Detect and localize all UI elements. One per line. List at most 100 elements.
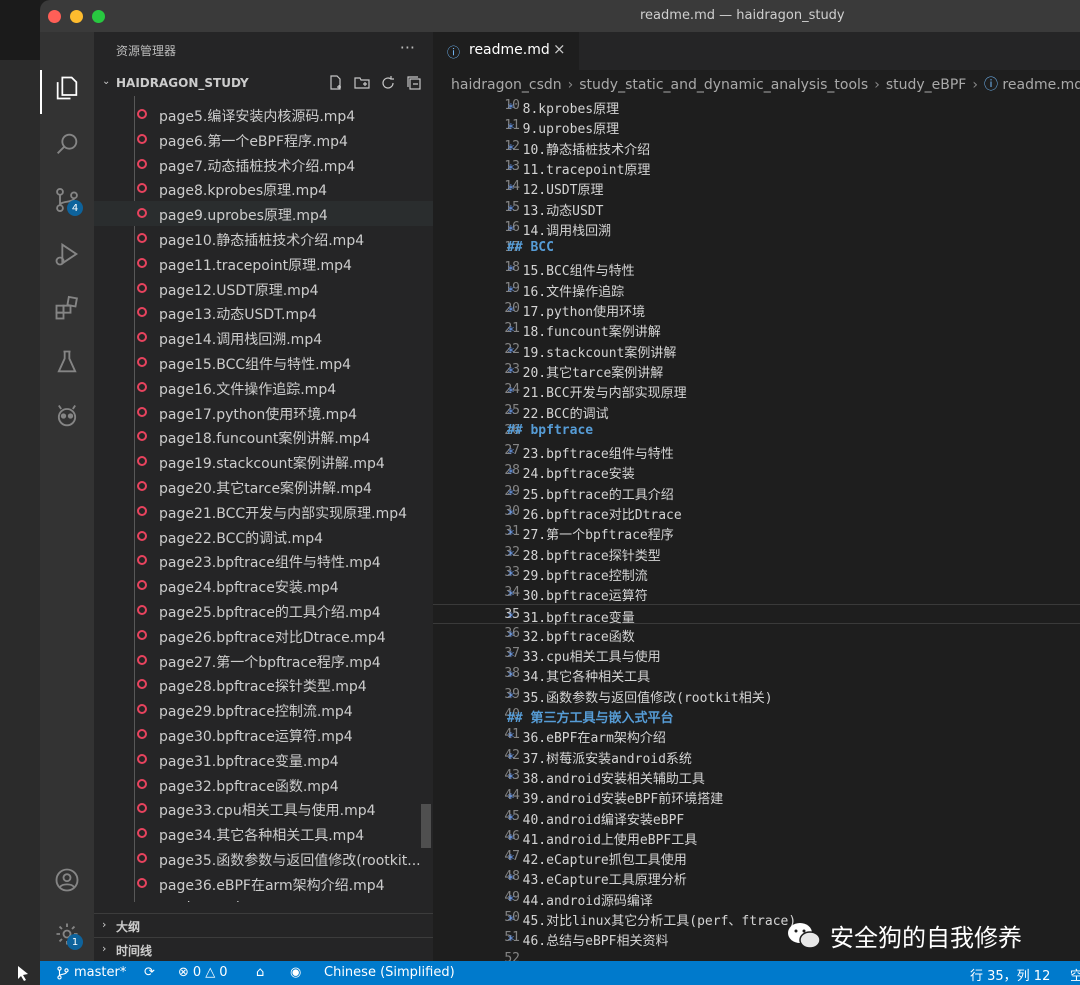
home-icon[interactable]: ⌂	[256, 965, 264, 980]
account-icon[interactable]	[51, 864, 83, 896]
file-tree-item[interactable]: page26.bpftrace对比Dtrace.mp4	[94, 623, 433, 648]
outline-section-header[interactable]: › 大纲	[94, 913, 433, 938]
file-tree-item[interactable]: page18.funcount案例讲解.mp4	[94, 424, 433, 449]
video-file-icon	[137, 605, 147, 615]
line-content: * 11.tracepoint原理	[507, 159, 650, 178]
file-tree-item[interactable]: page6.第一个eBPF程序.mp4	[94, 127, 433, 152]
workspace-section-header[interactable]: ⌄ HAIDRAGON_STUDY	[94, 72, 433, 96]
cursor-position[interactable]: 行 35，列 12	[970, 965, 1050, 984]
file-tree-item[interactable]: page22.BCC的调试.mp4	[94, 524, 433, 549]
video-file-icon	[137, 381, 147, 392]
file-tree-item[interactable]: page32.bpftrace函数.mp4	[94, 772, 433, 797]
pointer-icon	[18, 966, 28, 981]
file-tree-item[interactable]: page34.其它各种相关工具.mp4	[94, 821, 433, 846]
problems-item[interactable]: ⊗ 0 △ 0	[178, 965, 227, 980]
file-tree-item[interactable]: page35.函数参数与返回值修改(rootkit...	[94, 846, 433, 871]
remote-indicator[interactable]	[0, 961, 40, 985]
video-file-icon	[137, 109, 147, 119]
file-tree-item[interactable]: page16.文件操作追踪.mp4	[94, 375, 433, 400]
file-tree-item[interactable]: page30.bpftrace运算符.mp4	[94, 722, 433, 747]
file-tree-item[interactable]: page36.eBPF在arm架构介绍.mp4	[94, 871, 433, 896]
file-tree-item[interactable]: page11.tracepoint原理.mp4	[94, 251, 433, 276]
breadcrumb-item[interactable]: haidragon_csdn	[451, 77, 562, 93]
file-tree-item[interactable]: page25.bpftrace的工具介绍.mp4	[94, 598, 433, 623]
heading-text: ## BCC	[507, 240, 554, 256]
file-tree-item[interactable]: page10.静态插桩技术介绍.mp4	[94, 226, 433, 251]
zoom-window-button[interactable]	[92, 10, 105, 23]
file-tree-item[interactable]: page7.动态插桩技术介绍.mp4	[94, 152, 433, 177]
file-tree-item[interactable]: page14.调用栈回溯.mp4	[94, 325, 433, 350]
file-name: page19.stackcount案例讲解.mp4	[159, 456, 385, 473]
file-tree-item[interactable]: page20.其它tarce案例讲解.mp4	[94, 474, 433, 499]
code-line: 13 * 11.tracepoint原理	[433, 157, 1080, 178]
file-tree-item[interactable]: page13.动态USDT.mp4	[94, 300, 433, 325]
language-item[interactable]: Chinese (Simplified)	[324, 965, 455, 980]
file-tree-item[interactable]: page17.python使用环境.mp4	[94, 400, 433, 425]
sidebar-scrollbar[interactable]	[421, 804, 431, 848]
line-content: * 43.eCapture工具原理分析	[507, 869, 687, 888]
file-name: page24.bpftrace安装.mp4	[159, 580, 339, 597]
explorer-icon[interactable]	[51, 72, 83, 104]
broadcast-icon[interactable]: ◉	[290, 965, 301, 980]
source-control-icon[interactable]: 4	[51, 184, 83, 216]
breadcrumb-item[interactable]: study_eBPF	[886, 77, 967, 93]
collapse-all-icon[interactable]	[406, 75, 422, 91]
timeline-section-header[interactable]: › 时间线	[94, 937, 433, 961]
more-actions-icon[interactable]: ···	[400, 38, 415, 57]
file-tree-item[interactable]: page15.BCC组件与特性.mp4	[94, 350, 433, 375]
file-name: readme.md	[159, 900, 427, 902]
video-file-icon	[137, 778, 147, 789]
file-tree-item[interactable]: page29.bpftrace控制流.mp4	[94, 697, 433, 722]
file-tree-item[interactable]: page12.USDT原理.mp4	[94, 276, 433, 301]
file-tree-item[interactable]: page27.第一个bpftrace程序.mp4	[94, 648, 433, 673]
code-line: 26 ## bpftrace	[433, 421, 1080, 441]
extensions-icon[interactable]	[51, 292, 83, 324]
file-tree-item[interactable]: page28.bpftrace探针类型.mp4	[94, 672, 433, 697]
file-tree-item-readme[interactable]: ⓘ readme.md	[94, 896, 433, 902]
file-tree-item[interactable]: page33.cpu相关工具与使用.mp4	[94, 796, 433, 821]
file-tree-item[interactable]: page31.bpftrace变量.mp4	[94, 747, 433, 772]
minimize-window-button[interactable]	[70, 10, 83, 23]
code-line: 24 * 21.BCC开发与内部实现原理	[433, 380, 1080, 401]
run-debug-icon[interactable]	[51, 238, 83, 270]
outline-label: 大纲	[116, 920, 141, 934]
code-line: 19 * 16.文件操作追踪	[433, 279, 1080, 300]
line-content: * 30.bpftrace运算符	[507, 585, 648, 604]
line-text: 32.bpftrace函数	[522, 629, 635, 645]
breadcrumb-item[interactable]: readme.md	[1002, 77, 1080, 93]
code-line: 38 * 34.其它各种相关工具	[433, 664, 1080, 685]
file-tree: page5.编译安装内核源码.mp4 page6.第一个eBPF程序.mp4 pag…	[94, 96, 433, 902]
refresh-icon[interactable]	[380, 75, 396, 91]
close-window-button[interactable]	[48, 10, 61, 23]
file-tree-item[interactable]: page9.uprobes原理.mp4	[94, 201, 433, 227]
desktop-strip	[0, 0, 40, 60]
file-tree-item[interactable]: page23.bpftrace组件与特性.mp4	[94, 548, 433, 573]
indentation-item[interactable]: 空	[1070, 965, 1080, 984]
sync-icon[interactable]: ⟳	[144, 965, 155, 980]
line-content: * 27.第一个bpftrace程序	[507, 524, 674, 543]
settings-gear-icon[interactable]: 1	[51, 918, 83, 950]
line-content: ## bpftrace	[507, 423, 593, 438]
file-tree-item[interactable]: page24.bpftrace安装.mp4	[94, 573, 433, 598]
search-icon[interactable]	[51, 128, 83, 160]
file-name: page26.bpftrace对比Dtrace.mp4	[159, 629, 386, 646]
close-tab-icon[interactable]: ×	[553, 40, 566, 58]
tab-readme[interactable]: ⓘ readme.md ×	[433, 32, 579, 70]
chevron-down-icon: ⌄	[102, 76, 111, 87]
line-content: * 44.android源码编译	[507, 890, 653, 909]
file-tree-item[interactable]: page5.编译安装内核源码.mp4	[94, 102, 433, 127]
breadcrumb-item[interactable]: study_static_and_dynamic_analysis_tools	[579, 77, 868, 93]
list-bullet: *	[507, 914, 523, 929]
video-file-icon	[137, 753, 147, 764]
video-file-icon	[137, 456, 147, 467]
video-file-icon	[137, 729, 147, 739]
file-tree-item[interactable]: page21.BCC开发与内部实现原理.mp4	[94, 499, 433, 524]
file-tree-item[interactable]: page19.stackcount案例讲解.mp4	[94, 449, 433, 474]
new-file-icon[interactable]	[328, 75, 344, 91]
alien-extension-icon[interactable]	[51, 400, 83, 432]
file-tree-item[interactable]: page8.kprobes原理.mp4	[94, 176, 433, 201]
new-folder-icon[interactable]	[354, 75, 370, 91]
line-content: * 37.树莓派安装android系统	[507, 748, 692, 767]
testing-icon[interactable]	[51, 346, 83, 378]
branch-item[interactable]: master*	[56, 965, 126, 980]
